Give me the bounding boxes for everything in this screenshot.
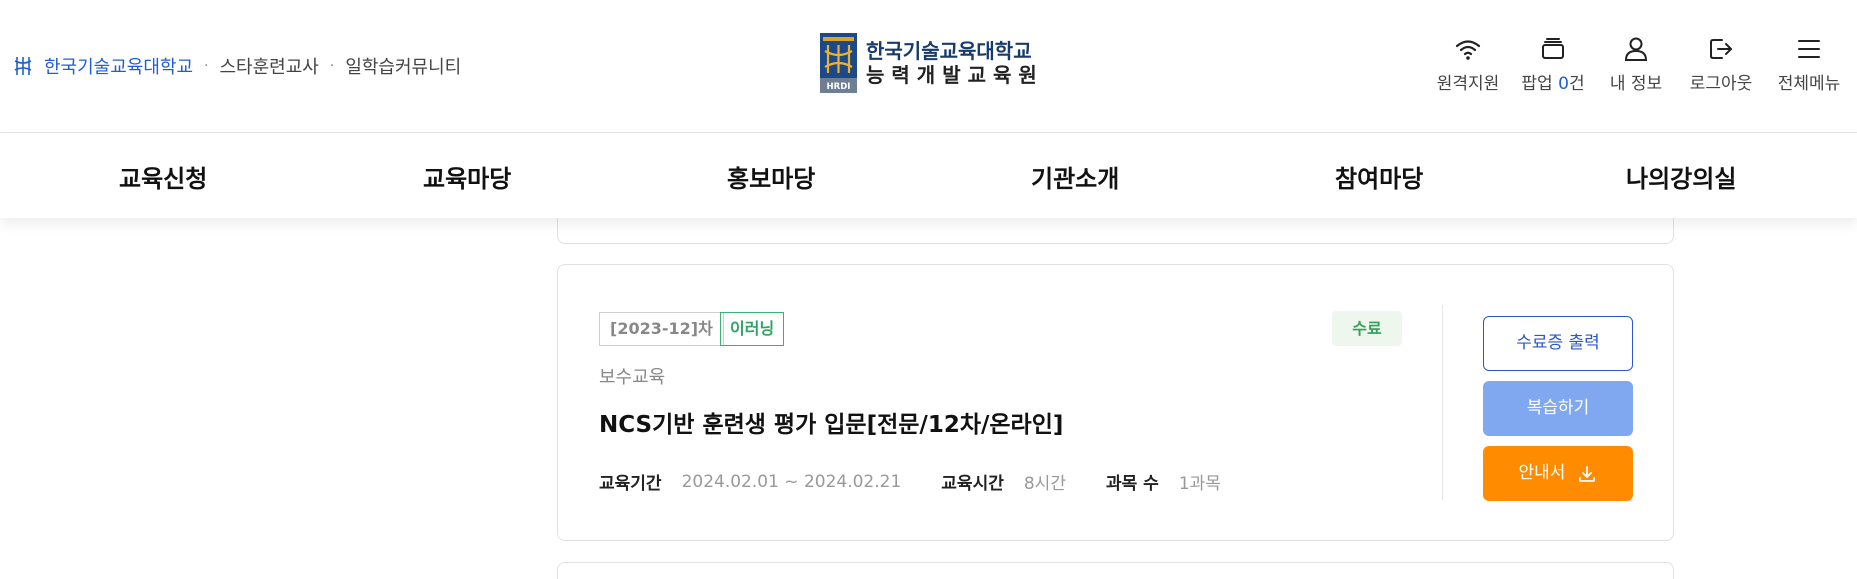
my-info-button[interactable]: 내 정보 — [1601, 35, 1671, 94]
nav-item-apply[interactable]: 교육신청 — [119, 159, 207, 194]
remote-support-button[interactable]: 원격지원 — [1429, 35, 1507, 94]
logout-label: 로그아웃 — [1689, 74, 1753, 94]
family-link-work-learning-community[interactable]: 일학습커뮤니티 — [345, 53, 461, 79]
popup-icon — [1542, 38, 1564, 59]
all-menu-label: 전체메뉴 — [1777, 74, 1841, 94]
nav-item-education[interactable]: 교육마당 — [423, 159, 511, 194]
brand-university-name: 한국기술교육대학교 — [866, 39, 1032, 63]
review-button[interactable]: 복습하기 — [1483, 381, 1633, 436]
emblem-text: HRDI — [827, 82, 851, 92]
elearning-badge: 이러닝 — [720, 312, 785, 346]
popup-button[interactable]: 팝업 0건 — [1517, 35, 1589, 94]
hours-value: 8시간 — [1023, 474, 1066, 494]
course-title[interactable]: NCS기반 훈련생 평가 입문[전문/12차/온라인] — [599, 405, 1063, 439]
remote-support-label: 원격지원 — [1436, 74, 1500, 94]
subjects-value: 1과목 — [1178, 474, 1221, 494]
round-badge: [2023-12]차 — [599, 312, 724, 346]
subjects-label: 과목 수 — [1105, 474, 1159, 494]
menu-icon — [1798, 40, 1820, 58]
logout-button[interactable]: 로그아웃 — [1683, 35, 1759, 94]
guide-download-button[interactable]: 안내서 — [1483, 446, 1633, 501]
top-utility-bar: 한국기술교육대학교 · 스타훈련교사 · 일학습커뮤니티 HRDI 한국기술교육… — [0, 0, 1857, 133]
popup-count: 0 — [1558, 74, 1569, 94]
nav-item-about[interactable]: 기관소개 — [1031, 159, 1119, 194]
course-card: [2023-12]차 이러닝 수료 보수교육 NCS기반 훈련생 평가 입문[전… — [557, 264, 1674, 541]
brand-institute-name: 능력개발교육원 — [866, 63, 1044, 87]
nav-item-promotion[interactable]: 홍보마당 — [727, 159, 815, 194]
family-link-star-teacher[interactable]: 스타훈련교사 — [220, 53, 319, 79]
status-badge: 수료 — [1332, 311, 1402, 346]
main-navigation: 교육신청 교육마당 홍보마당 기관소개 참여마당 나의강의실 — [0, 133, 1857, 218]
wifi-icon — [1455, 40, 1481, 60]
utility-menu: 원격지원 팝업 0건 내 정보 로그아웃 전체메뉴 — [1429, 35, 1857, 94]
hours-label: 교육시간 — [941, 474, 1004, 494]
period-label: 교육기간 — [599, 474, 662, 494]
period-value: 2024.02.01 ~ 2024.02.21 — [681, 471, 902, 492]
download-icon — [1579, 465, 1596, 482]
my-info-label: 내 정보 — [1609, 74, 1663, 94]
university-logo-icon — [14, 55, 32, 77]
all-menu-button[interactable]: 전체메뉴 — [1769, 35, 1849, 94]
course-category: 보수교육 — [599, 367, 666, 388]
logout-icon — [1710, 39, 1732, 59]
course-meta: 교육기간 2024.02.01 ~ 2024.02.21 교육시간 8시간 과목… — [599, 469, 1261, 495]
brand-text: 한국기술교육대학교 능력개발교육원 — [866, 39, 1044, 87]
separator-dot: · — [204, 58, 209, 74]
nav-item-my-classroom[interactable]: 나의강의실 — [1626, 159, 1736, 194]
hrdi-emblem-icon: HRDI — [820, 33, 857, 93]
separator-dot: · — [329, 58, 335, 74]
site-logo[interactable]: HRDI 한국기술교육대학교 능력개발교육원 — [820, 33, 1044, 93]
family-link-koreatech[interactable]: 한국기술교육대학교 — [44, 53, 193, 79]
certificate-print-button[interactable]: 수료증 출력 — [1483, 316, 1633, 371]
guide-button-label: 안내서 — [1518, 463, 1566, 483]
family-site-links: 한국기술교육대학교 · 스타훈련교사 · 일학습커뮤니티 — [14, 53, 461, 79]
card-divider — [1442, 305, 1443, 500]
user-icon — [1624, 37, 1648, 61]
popup-label: 팝업 0건 — [1521, 74, 1585, 94]
next-course-card — [557, 562, 1674, 579]
nav-item-participation[interactable]: 참여마당 — [1335, 159, 1423, 194]
